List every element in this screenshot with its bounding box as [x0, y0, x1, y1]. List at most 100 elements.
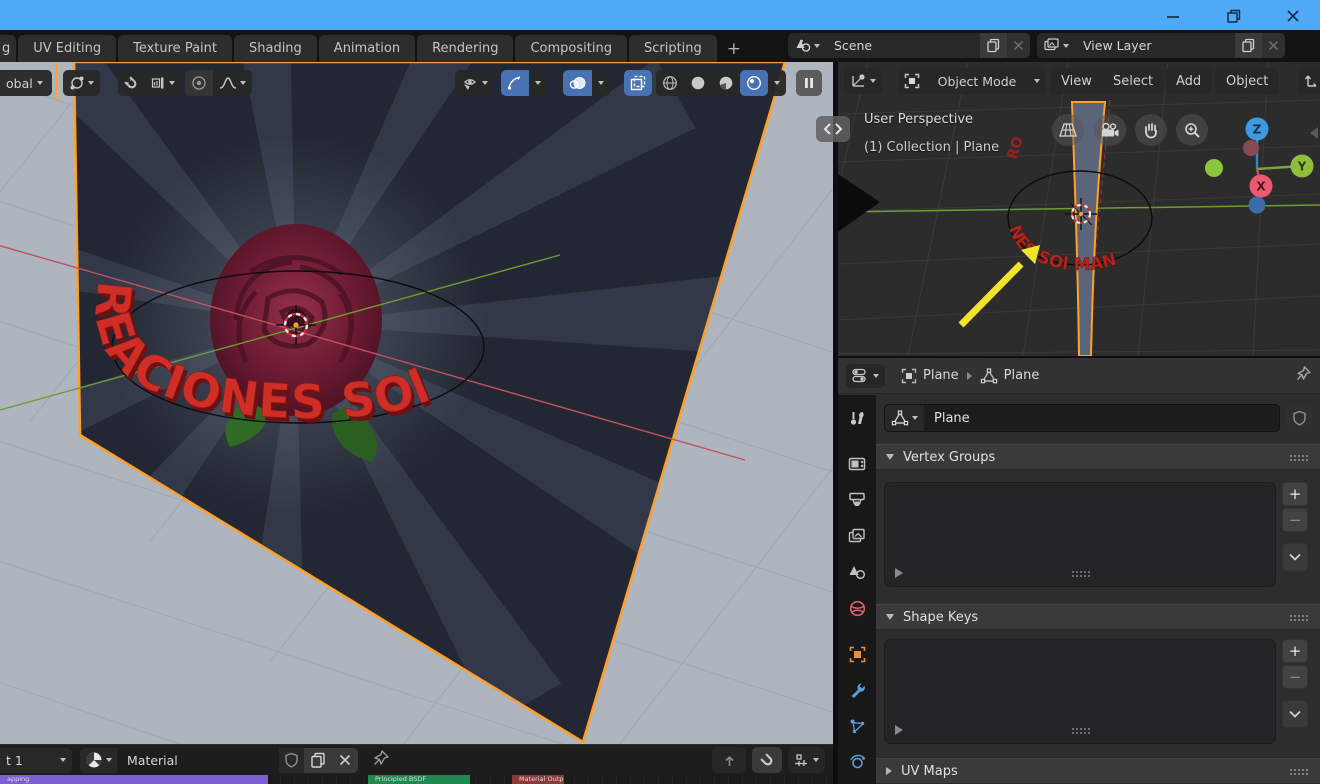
panel-grip-icon[interactable]	[1289, 767, 1308, 775]
tab-world[interactable]	[840, 591, 874, 625]
breadcrumb-object[interactable]: Plane	[901, 368, 959, 384]
material-slot-dropdown[interactable]: t 1	[0, 747, 72, 773]
viewport-3d-secondary[interactable]: RO NES SOl MAN Z Y X	[838, 62, 1320, 356]
node-header-material-output[interactable]: Material Output	[512, 775, 564, 784]
view-layer-selector[interactable]: View Layer	[1037, 33, 1285, 58]
tab-modifiers[interactable]	[840, 673, 874, 707]
scene-unlink-icon[interactable]	[1007, 33, 1030, 58]
material-unlink-icon[interactable]	[332, 747, 358, 773]
add-shape-key-button[interactable]: +	[1282, 639, 1308, 663]
menu-view[interactable]: View	[1050, 68, 1103, 94]
view-layer-icon[interactable]	[1037, 33, 1073, 58]
workspace-tab-rendering[interactable]: Rendering	[417, 35, 514, 62]
proportional-falloff-dropdown[interactable]	[213, 70, 252, 96]
shader-node-area[interactable]: apping Principled BSDF Material Output	[0, 775, 833, 784]
tab-scene[interactable]	[840, 555, 874, 589]
tab-output[interactable]	[840, 483, 874, 517]
panel-header-vertex-groups[interactable]: Vertex Groups	[876, 444, 1320, 470]
workspace-tab-shading[interactable]: Shading	[233, 35, 317, 62]
workspace-tab-compositing[interactable]: Compositing	[515, 35, 627, 62]
tab-particles[interactable]	[840, 709, 874, 743]
scene-selector[interactable]: Scene	[788, 33, 1030, 58]
node-snap-magnet-icon[interactable]	[752, 747, 782, 773]
add-workspace-button[interactable]: +	[719, 35, 749, 62]
perspective-toggle-icon[interactable]	[1052, 114, 1084, 146]
shading-rendered-button[interactable]	[740, 70, 768, 96]
workspace-tab-partial[interactable]: g	[0, 35, 17, 62]
tab-view-layer[interactable]	[840, 519, 874, 553]
material-icon[interactable]	[80, 751, 117, 769]
view-layer-name[interactable]: View Layer	[1073, 38, 1235, 53]
shading-settings-dropdown[interactable]	[768, 70, 786, 96]
axis-neg-z[interactable]	[1248, 196, 1266, 214]
list-resize-grip[interactable]	[1071, 727, 1090, 734]
menu-add[interactable]: Add	[1165, 68, 1213, 94]
properties-editor-type-dropdown[interactable]	[846, 363, 885, 388]
shading-material-button[interactable]	[712, 70, 740, 96]
tab-render[interactable]	[840, 447, 874, 481]
viewport-3d-main[interactable]: REACIONES SOl REACIONES SOl obal	[0, 62, 833, 744]
list-resize-grip[interactable]	[1071, 570, 1090, 577]
fake-user-shield-icon[interactable]	[279, 752, 304, 768]
gizmo-settings-dropdown[interactable]	[529, 70, 547, 96]
editor-type-dropdown[interactable]	[844, 68, 882, 94]
list-expand-icon[interactable]	[895, 725, 903, 735]
menu-object[interactable]: Object	[1215, 68, 1280, 94]
remove-shape-key-button[interactable]: −	[1282, 665, 1308, 689]
workspace-tab-uv-editing[interactable]: UV Editing	[18, 35, 117, 62]
panel-grip-icon[interactable]	[1289, 613, 1308, 621]
remove-vertex-group-button[interactable]: −	[1282, 508, 1308, 532]
mesh-data-icon[interactable]	[885, 405, 924, 431]
shape-keys-list[interactable]	[884, 639, 1276, 744]
axis-neg-x[interactable]	[1243, 140, 1259, 156]
shape-key-specials-menu[interactable]	[1282, 700, 1308, 728]
show-gizmo-toggle[interactable]	[501, 70, 529, 96]
menu-select[interactable]: Select	[1102, 68, 1165, 94]
xray-toggle[interactable]	[624, 70, 652, 96]
pin-id-icon[interactable]	[1295, 365, 1312, 386]
region-resize-handle[interactable]	[816, 116, 850, 142]
proportional-edit-toggle[interactable]	[185, 70, 213, 96]
minimize-icon[interactable]	[1153, 4, 1193, 28]
object-visibility-dropdown[interactable]	[455, 70, 494, 96]
pan-hand-icon[interactable]	[1135, 114, 1167, 146]
shading-solid-button[interactable]	[684, 70, 712, 96]
tab-tool[interactable]	[840, 401, 874, 435]
node-header-mapping[interactable]: apping	[0, 775, 268, 784]
snap-settings-dropdown[interactable]	[145, 70, 181, 96]
region-collapse-arrow[interactable]	[1310, 127, 1318, 139]
workspace-tab-scripting[interactable]: Scripting	[628, 35, 717, 62]
overlays-settings-dropdown[interactable]	[592, 70, 610, 96]
pin-icon[interactable]	[372, 749, 390, 771]
scene-name[interactable]: Scene	[824, 38, 980, 53]
mesh-name-field[interactable]: Plane	[884, 404, 1280, 432]
workspace-tab-animation[interactable]: Animation	[318, 35, 416, 62]
panel-header-uv-maps[interactable]: UV Maps	[876, 758, 1320, 784]
material-name-field[interactable]: Material	[117, 747, 279, 773]
snap-toggle-magnet-icon[interactable]	[118, 70, 145, 96]
panel-grip-icon[interactable]	[1289, 453, 1308, 461]
scene-copy-icon[interactable]	[980, 33, 1007, 58]
window-titlebar[interactable]	[0, 0, 1320, 30]
mode-dropdown[interactable]: Object Mode	[898, 68, 1046, 94]
shading-wireframe-button[interactable]	[656, 70, 684, 96]
tab-object[interactable]	[840, 637, 874, 671]
tab-physics[interactable]	[840, 745, 874, 779]
transform-orientation-dropdown[interactable]: obal	[0, 70, 52, 96]
camera-view-icon[interactable]	[1094, 114, 1126, 146]
list-expand-icon[interactable]	[895, 568, 903, 578]
axis-neg-y[interactable]	[1205, 159, 1223, 177]
transform-tool-icon[interactable]	[1298, 68, 1320, 94]
maximize-icon[interactable]	[1213, 4, 1253, 28]
close-icon[interactable]	[1273, 4, 1313, 28]
fake-user-shield-icon[interactable]	[1286, 404, 1312, 432]
pivot-point-dropdown[interactable]	[63, 70, 100, 96]
show-overlays-toggle[interactable]	[563, 70, 592, 96]
pause-render-button[interactable]	[796, 70, 822, 96]
view-layer-copy-icon[interactable]	[1235, 33, 1262, 58]
workspace-tab-texture-paint[interactable]: Texture Paint	[118, 35, 232, 62]
view-frame-icon[interactable]	[712, 747, 746, 773]
vertex-group-specials-menu[interactable]	[1282, 543, 1308, 571]
scene-icon[interactable]	[788, 33, 824, 58]
breadcrumb-mesh-data[interactable]: Plane	[980, 367, 1039, 384]
